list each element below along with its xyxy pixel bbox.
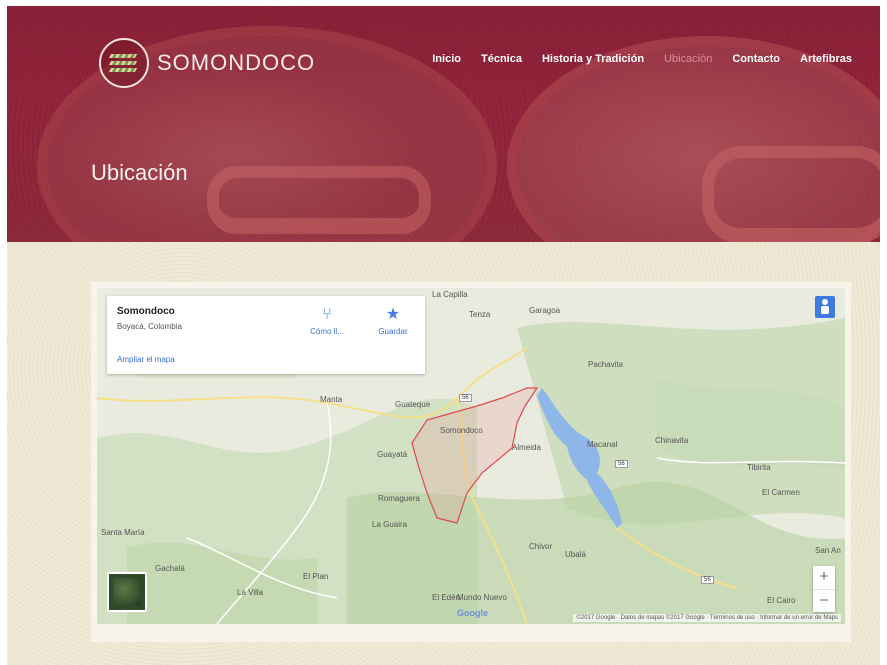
map-label: Manta <box>320 395 343 404</box>
street-view-pegman-icon[interactable] <box>815 296 835 318</box>
map-label: El Plan <box>303 572 329 581</box>
map-label: Chivor <box>529 542 553 551</box>
map-label: Pachavita <box>588 360 624 369</box>
map-label: Garagoa <box>529 306 561 315</box>
google-logo: Google <box>457 608 488 618</box>
map-label: San An <box>815 546 841 555</box>
star-icon: ★ <box>385 306 401 323</box>
map-label: Gachalá <box>155 564 185 573</box>
route-shield: 56 <box>459 394 472 402</box>
map-label: Santa María <box>101 528 145 537</box>
route-shield: 56 <box>615 460 628 468</box>
route-shield: 56 <box>701 576 714 584</box>
map-label: Macanal <box>587 440 618 449</box>
map-label: El Edén <box>432 593 461 602</box>
zoom-out-button[interactable]: − <box>813 590 835 613</box>
logo-emblem-icon <box>99 38 149 88</box>
nav-historia-y-tradicion[interactable]: Historia y Tradición <box>542 53 644 65</box>
map-label: Almeida <box>512 443 541 452</box>
map-label: Guateque <box>395 400 431 409</box>
map-label: Guayatá <box>377 450 408 459</box>
map-directions-button[interactable]: ⑂ Cómo ll... <box>297 306 357 336</box>
map-label: Tenza <box>469 310 491 319</box>
nav-inicio[interactable]: Inicio <box>432 53 461 65</box>
map-frame: Somondoco Boyacá, Colombia Ampliar el ma… <box>91 282 851 642</box>
map-label: La Capilla <box>432 290 468 299</box>
hero-banner: SOMONDOCO Inicio Técnica Historia y Trad… <box>7 6 880 242</box>
site-logo[interactable]: SOMONDOCO <box>99 38 315 88</box>
nav-contacto[interactable]: Contacto <box>732 53 780 65</box>
map-save-button[interactable]: ★ Guardar <box>363 306 423 336</box>
content-area: Somondoco Boyacá, Colombia Ampliar el ma… <box>7 242 880 665</box>
embedded-map[interactable]: Somondoco Boyacá, Colombia Ampliar el ma… <box>97 288 845 624</box>
map-place-region: Boyacá, Colombia <box>117 322 182 331</box>
nav-ubicacion[interactable]: Ubicación <box>664 53 712 65</box>
nav-artefibras[interactable]: Artefibras <box>800 53 852 65</box>
map-label: El Carmen <box>762 488 800 497</box>
nav-tecnica[interactable]: Técnica <box>481 53 522 65</box>
site-name: SOMONDOCO <box>157 50 316 75</box>
page-title: Ubicación <box>91 160 188 185</box>
map-label: Romaguera <box>378 494 420 503</box>
map-label: Mundo Nuevo <box>457 593 507 602</box>
top-navigation: SOMONDOCO Inicio Técnica Historia y Trad… <box>7 6 880 106</box>
map-label: La Guaira <box>372 520 408 529</box>
directions-icon: ⑂ <box>322 306 332 323</box>
main-menu: Inicio Técnica Historia y Tradición Ubic… <box>412 53 852 65</box>
map-attribution[interactable]: ©2017 Google · Datos de mapas ©2017 Goog… <box>573 614 841 622</box>
map-info-card: Somondoco Boyacá, Colombia Ampliar el ma… <box>107 296 425 374</box>
zoom-in-button[interactable]: + <box>813 566 835 590</box>
page: SOMONDOCO Inicio Técnica Historia y Trad… <box>7 6 880 665</box>
map-label: Ubalá <box>565 550 586 559</box>
map-label: La Villa <box>237 588 264 597</box>
hero-basket-handle-left <box>207 166 431 234</box>
map-place-name: Somondoco <box>117 306 175 317</box>
map-label: Somondoco <box>440 426 483 435</box>
zoom-control: + − <box>813 566 835 612</box>
map-enlarge-link[interactable]: Ampliar el mapa <box>117 355 175 364</box>
hero-basket-handle-right <box>702 146 880 242</box>
satellite-toggle[interactable] <box>107 572 147 612</box>
map-label: El Cairo <box>767 596 796 605</box>
map-label: Tibirita <box>747 463 771 472</box>
map-label: Chinavita <box>655 436 689 445</box>
